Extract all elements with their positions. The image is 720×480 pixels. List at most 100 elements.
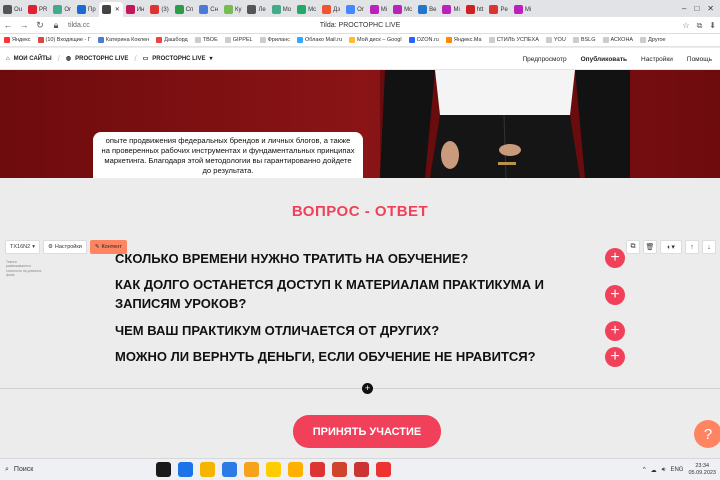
chevron-up-icon[interactable]: ^ xyxy=(643,467,646,473)
browser-tab[interactable]: Mi xyxy=(511,2,534,17)
expand-plus-icon[interactable]: + xyxy=(605,347,625,367)
reload-icon[interactable]: ↻ xyxy=(32,20,48,31)
join-button[interactable]: ПРИНЯТЬ УЧАСТИЕ xyxy=(293,415,441,448)
help-bubble-icon[interactable]: ? xyxy=(694,420,720,448)
bookmark-item[interactable]: (10) Входящие - Г xyxy=(37,37,91,43)
add-block-icon[interactable]: + xyxy=(362,383,373,394)
browser-tab[interactable]: (3) xyxy=(147,2,171,17)
duplicate-icon[interactable]: ⧉ xyxy=(626,240,640,254)
block-settings-button[interactable]: ⚙ Настройки xyxy=(42,240,87,254)
browser-tab[interactable]: Ле xyxy=(244,2,268,17)
browser-tab[interactable]: Ин xyxy=(123,2,148,17)
taskbar-app-icon[interactable] xyxy=(310,462,325,477)
bookmark-item[interactable]: OZON.ru xyxy=(408,37,439,43)
faq-question-4[interactable]: МОЖНО ЛИ ВЕРНУТЬ ДЕНЬГИ, ЕСЛИ ОБУЧЕНИЕ Н… xyxy=(115,347,536,366)
bookmark-item[interactable]: Мой диск – Googl xyxy=(349,37,402,43)
forward-icon[interactable]: → xyxy=(16,20,32,30)
browser-tab[interactable]: Be xyxy=(415,2,439,17)
browser-tab[interactable]: Дз xyxy=(319,2,343,17)
bookmark-item[interactable]: Облако Mail.ru xyxy=(297,37,342,43)
taskbar-app-icon[interactable] xyxy=(156,462,171,477)
browser-tab[interactable]: Pe xyxy=(486,2,510,17)
taskbar-app-icon[interactable] xyxy=(244,462,259,477)
faq-question-1[interactable]: СКОЛЬКО ВРЕМЕНИ НУЖНО ТРАТИТЬ НА ОБУЧЕНИ… xyxy=(115,249,468,268)
browser-tab[interactable]: Or xyxy=(343,2,367,17)
tab-label: Be xyxy=(429,6,437,13)
browser-tab[interactable]: Ou xyxy=(0,2,25,17)
volume-icon[interactable]: 🔊︎ xyxy=(662,467,666,474)
tab-favicon-icon xyxy=(223,5,233,14)
browser-tab[interactable]: Сн xyxy=(196,2,221,17)
browser-tab[interactable]: Mc xyxy=(390,2,415,17)
browser-tab[interactable]: ✕ xyxy=(98,2,123,17)
tab-label: Сп xyxy=(185,6,194,13)
bookmark-item[interactable]: BSLG xyxy=(572,37,596,43)
maximize-icon[interactable]: □ xyxy=(694,4,699,13)
block-content-button[interactable]: ✎ Контент xyxy=(89,240,127,254)
settings-link[interactable]: Настройки xyxy=(641,56,673,63)
minimize-icon[interactable]: – xyxy=(682,4,686,13)
bookmark-item[interactable]: Яндекс.Ма xyxy=(445,37,482,43)
bookmark-item[interactable]: Яндекс xyxy=(4,37,31,43)
browser-tab[interactable]: Сп xyxy=(172,2,197,17)
network-icon[interactable]: ☁ xyxy=(651,467,657,474)
taskbar-app-icon[interactable] xyxy=(332,462,347,477)
url-field[interactable]: tilda.cc xyxy=(68,22,90,29)
bookmark-item[interactable]: Катерина Коклен xyxy=(97,37,149,43)
tab-favicon-icon xyxy=(369,5,379,14)
bookmark-item[interactable]: Дашборд xyxy=(156,37,188,43)
bookmark-item[interactable]: Другое xyxy=(640,37,666,43)
visibility-toggle[interactable]: ◐▾ xyxy=(660,240,682,254)
bookmark-item[interactable]: TBOE xyxy=(194,37,218,43)
bookmark-item[interactable]: АСКОНА xyxy=(602,37,633,43)
taskbar-app-icon[interactable] xyxy=(376,462,391,477)
close-tab-icon[interactable]: ✕ xyxy=(115,6,120,13)
taskbar-app-icon[interactable] xyxy=(354,462,369,477)
browser-tab[interactable]: Ку xyxy=(221,2,245,17)
bookmark-item[interactable]: СТИЛЬ УСПЕХА xyxy=(488,37,539,43)
faq-question-2[interactable]: КАК ДОЛГО ОСТАНЕТСЯ ДОСТУП К МАТЕРИАЛАМ … xyxy=(115,275,545,313)
downloads-icon[interactable]: ⬇ xyxy=(709,21,716,30)
browser-tab[interactable]: Or xyxy=(50,2,74,17)
taskbar-search[interactable]: ⌕ Поиск xyxy=(0,459,150,480)
extensions-icon[interactable]: ⧉ xyxy=(697,21,703,31)
trash-icon[interactable]: 🗑︎ xyxy=(643,240,657,254)
browser-tab[interactable]: Mc xyxy=(294,2,319,17)
project-link[interactable]: ◍ PROCTOPHC LIVE xyxy=(60,55,134,63)
taskbar-app-icon[interactable] xyxy=(200,462,215,477)
faq-question-3[interactable]: ЧЕМ ВАШ ПРАКТИКУМ ОТЛИЧАЕТСЯ ОТ ДРУГИХ? xyxy=(115,321,439,340)
publish-button[interactable]: Опубликовать xyxy=(581,56,627,63)
page-selector[interactable]: ▭ PROCTOPHC LIVE ▾ xyxy=(137,55,219,63)
expand-plus-icon[interactable]: + xyxy=(605,321,625,341)
browser-tab[interactable]: Mi xyxy=(439,2,462,17)
clock[interactable]: 23:34 05.09.2023 xyxy=(688,463,716,477)
browser-tab[interactable]: Пр xyxy=(74,2,99,17)
language-indicator[interactable]: ENG xyxy=(670,467,683,473)
help-link[interactable]: Помощь xyxy=(687,56,712,63)
my-sites-link[interactable]: ⌂ МОИ САЙТЫ xyxy=(0,56,58,62)
home-icon: ⌂ xyxy=(6,55,10,62)
bookmark-item[interactable]: YOU xyxy=(545,37,566,43)
expand-plus-icon[interactable]: + xyxy=(605,285,625,305)
browser-tab[interactable]: Mo xyxy=(269,2,294,17)
tab-favicon-icon xyxy=(125,5,135,14)
taskbar-app-icon[interactable] xyxy=(178,462,193,477)
move-up-icon[interactable]: ↑ xyxy=(685,240,699,254)
taskbar-app-icon[interactable] xyxy=(222,462,237,477)
browser-tab[interactable]: Mi xyxy=(367,2,390,17)
bookmark-item[interactable]: GIPPEL xyxy=(224,37,253,43)
browser-tab[interactable]: htt xyxy=(463,2,487,17)
expand-plus-icon[interactable]: + xyxy=(605,248,625,268)
bookmark-item[interactable]: Фриланс xyxy=(259,37,290,43)
bookmark-icon xyxy=(297,37,303,43)
bookmark-star-icon[interactable]: ☆ xyxy=(682,21,689,30)
close-window-icon[interactable]: ✕ xyxy=(707,4,714,13)
hero-section: опыте продвижения федеральных брендов и … xyxy=(0,70,720,178)
back-icon[interactable]: ← xyxy=(0,20,16,30)
preview-link[interactable]: Предпросмотр xyxy=(523,56,567,63)
taskbar-app-icon[interactable] xyxy=(266,462,281,477)
move-down-icon[interactable]: ↓ xyxy=(702,240,716,254)
browser-tab[interactable]: PR xyxy=(25,2,50,17)
taskbar-app-icon[interactable] xyxy=(288,462,303,477)
block-id-button[interactable]: TX16N2 ▾ xyxy=(5,240,40,254)
